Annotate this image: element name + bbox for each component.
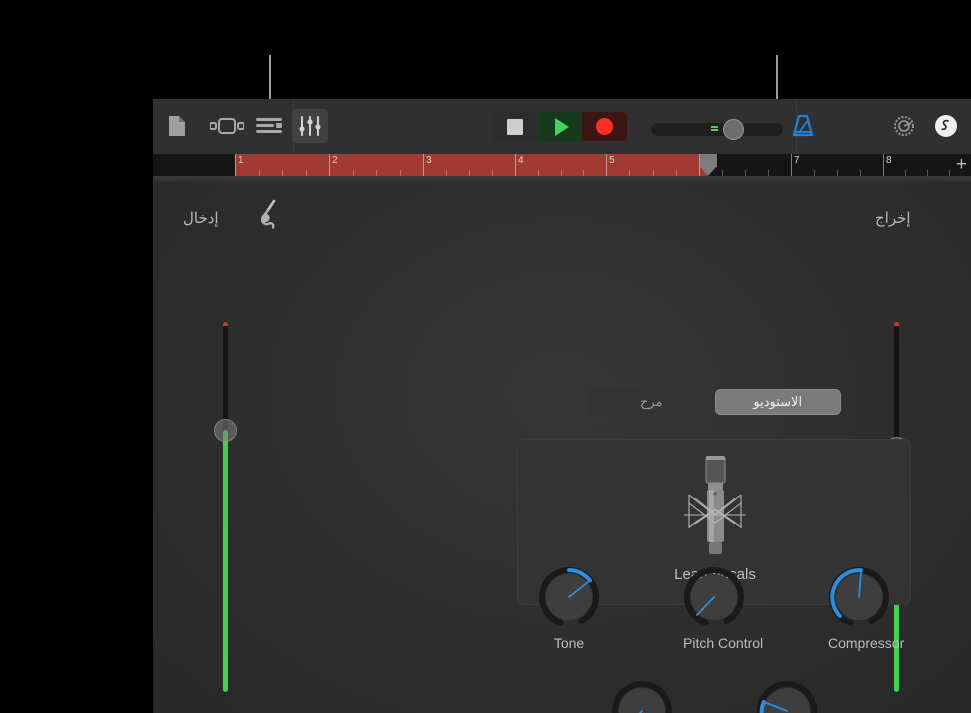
- timeline-ruler[interactable]: 1 2 3 4 5 6 7 8 +: [153, 154, 971, 176]
- input-fader-level: [223, 430, 228, 692]
- sliders-glyph: [299, 116, 321, 136]
- compressor-knob-label: Compressor: [828, 635, 905, 651]
- output-title: إخراج: [875, 210, 911, 227]
- library-list-icon[interactable]: [249, 109, 289, 143]
- stop-icon: [507, 118, 524, 135]
- ruler-bar-label: 1: [238, 155, 244, 166]
- vocal-hall-knob-dial[interactable]: [756, 680, 818, 713]
- tracks-glyph: [210, 118, 244, 134]
- metronome-glyph: [792, 114, 814, 137]
- ruler-bar-label: 4: [518, 155, 524, 166]
- toolbar: [153, 99, 971, 155]
- screen: 1 2 3 4 5 6 7 8 + إدخال: [0, 0, 971, 713]
- compressor-knob[interactable]: Compressor: [828, 566, 905, 651]
- ruler-bar-label: 7: [794, 155, 800, 166]
- condenser-microphone-icon: [684, 456, 746, 554]
- segment-fun[interactable]: مرح: [588, 389, 715, 415]
- stop-button[interactable]: [493, 112, 538, 141]
- gear-glyph: [894, 116, 914, 136]
- ruler-bar-label: 2: [332, 155, 338, 166]
- master-volume-slider[interactable]: [651, 119, 783, 140]
- loop-browser-icon[interactable]: [928, 109, 964, 143]
- vocal-hall-knob[interactable]: Vocal Hall: [756, 680, 818, 713]
- tone-knob[interactable]: Tone: [538, 566, 600, 651]
- sound-mode-segmented-control: مرح الاستوديو: [588, 389, 841, 415]
- volume-slider-knob[interactable]: [723, 119, 744, 140]
- track-controls-icon[interactable]: [292, 109, 328, 143]
- playhead[interactable]: [700, 154, 717, 176]
- pitch-control-knob-dial[interactable]: [683, 566, 745, 628]
- drive-knob-dial[interactable]: [611, 680, 673, 713]
- input-title: إدخال: [183, 210, 219, 227]
- audio-plug-icon: [260, 199, 276, 229]
- loops-glyph: [935, 115, 957, 137]
- input-fader-knob[interactable]: [214, 419, 237, 442]
- tone-knob-dial[interactable]: [538, 566, 600, 628]
- input-fader[interactable]: [214, 322, 237, 692]
- ruler-bar-label: 5: [609, 155, 615, 166]
- main-stage: إدخال ميكروفون القناة إخراج: [153, 182, 971, 713]
- volume-level-meter: [711, 126, 718, 133]
- library-glyph: [256, 118, 282, 133]
- transport-controls: [493, 112, 627, 141]
- app-window: 1 2 3 4 5 6 7 8 + إدخال: [153, 99, 971, 713]
- output-fader-peak: [894, 322, 899, 326]
- new-document-icon[interactable]: [159, 109, 195, 143]
- document-glyph: [169, 116, 185, 136]
- tracks-view-icon[interactable]: [206, 109, 248, 143]
- pitch-control-knob[interactable]: Pitch Control: [683, 566, 764, 651]
- input-fader-peak: [223, 322, 228, 326]
- compressor-knob-dial[interactable]: [828, 566, 890, 628]
- pitch-control-knob-label: Pitch Control: [683, 635, 764, 651]
- tone-knob-label: Tone: [553, 635, 585, 651]
- play-icon: [554, 117, 569, 136]
- add-track-button[interactable]: +: [956, 154, 967, 176]
- settings-gear-icon[interactable]: [886, 109, 922, 143]
- drive-knob[interactable]: Drive: [611, 680, 673, 713]
- record-icon: [596, 118, 614, 135]
- metronome-icon[interactable]: [781, 109, 825, 143]
- play-button[interactable]: [537, 112, 583, 141]
- ruler-bar-label: 8: [886, 155, 892, 166]
- record-button[interactable]: [582, 112, 627, 141]
- segment-studio[interactable]: الاستوديو: [714, 389, 841, 415]
- ruler-bar-label: 3: [426, 155, 432, 166]
